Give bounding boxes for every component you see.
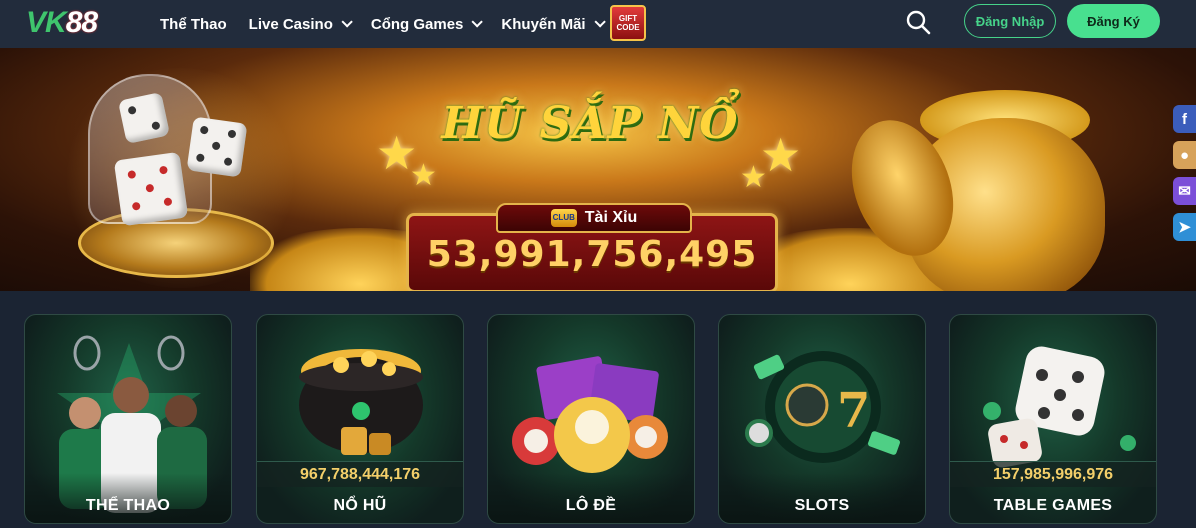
gift-code-button[interactable]: GIFT CODE — [610, 5, 646, 41]
card-label: NỔ HŨ — [333, 497, 387, 514]
nav-item-label: Live Casino — [248, 15, 333, 33]
jackpot-game-tab: CLUB Tài Xỉu — [496, 203, 692, 233]
nav-item-label: Khuyến Mãi — [501, 15, 586, 33]
svg-text:7: 7 — [837, 383, 870, 439]
facebook-icon[interactable]: f — [1173, 105, 1196, 133]
card-label: SLOTS — [794, 497, 850, 514]
jackpot-title: HŨ SẮP NỔ — [441, 98, 739, 149]
card-table-games[interactable]: 157,985,996,976 TABLE GAMES — [949, 314, 1157, 524]
die-illustration — [113, 151, 189, 227]
nav-item-label: Thể Thao — [160, 15, 227, 33]
gift-code-line2: CODE — [616, 23, 640, 32]
jackpot-game-label: Tài Xỉu — [584, 209, 638, 226]
main-nav: Thể Thao Live Casino Cổng Games Khuyến M… — [160, 0, 624, 48]
nav-item-live-casino[interactable]: Live Casino — [248, 15, 353, 33]
register-button[interactable]: Đăng Ký — [1067, 4, 1160, 38]
chevron-down-icon — [594, 16, 606, 28]
die-illustration — [186, 116, 248, 178]
gold-pot-illustration — [299, 349, 423, 455]
card-jackpot-amount: 967,788,444,176 — [257, 461, 463, 487]
card-label: LÔ ĐỀ — [565, 497, 617, 514]
card-lo-de[interactable]: LÔ ĐỀ — [487, 314, 695, 524]
card-no-hu[interactable]: 967,788,444,176 NỔ HŨ — [256, 314, 464, 524]
nav-item-label: Cổng Games — [370, 15, 464, 33]
jackpot-banner[interactable]: ★ ★ ★ ★ HŨ SẮP NỔ CLUB Tài Xỉu 53,991,75… — [0, 48, 1196, 291]
card-label: TABLE GAMES — [993, 497, 1113, 514]
card-jackpot-amount: 157,985,996,976 — [950, 461, 1156, 487]
card-the-thao[interactable]: THỂ THAO — [24, 314, 232, 524]
search-icon[interactable] — [905, 9, 931, 35]
nav-item-cong-games[interactable]: Cổng Games — [370, 15, 484, 33]
jackpot-amount: 53,991,756,495 — [426, 234, 758, 275]
star-icon: ★ — [410, 159, 437, 192]
star-icon: ★ — [740, 161, 767, 194]
club-badge-icon: CLUB — [550, 209, 577, 227]
chevron-down-icon — [471, 16, 484, 28]
logo-number: 88 — [65, 6, 98, 39]
card-slots[interactable]: 7 SLOTS — [718, 314, 926, 524]
dice-illustration — [983, 346, 1136, 468]
nav-item-the-thao[interactable]: Thể Thao — [160, 16, 227, 33]
game-category-cards: THỂ THAO 967,788,444,176 NỔ HŨ LÔ ĐỀ 7 S… — [24, 314, 1160, 524]
chevron-down-icon — [341, 16, 353, 28]
social-sidebar: f ● ✉ ➤ — [1173, 105, 1196, 249]
nav-item-khuyen-mai[interactable]: Khuyến Mãi — [501, 15, 606, 33]
site-logo[interactable]: VK 88 — [26, 6, 98, 40]
card-label: THỂ THAO — [85, 497, 171, 514]
die-illustration — [117, 91, 171, 145]
telegram-icon[interactable]: ➤ — [1173, 213, 1196, 241]
login-button[interactable]: Đăng Nhập — [964, 4, 1056, 38]
gift-code-line1: GIFT — [618, 14, 638, 23]
messenger-icon[interactable]: ✉ — [1173, 177, 1196, 205]
top-header: VK 88 Thể Thao Live Casino Cổng Games Khu… — [0, 0, 1196, 48]
community-icon[interactable]: ● — [1173, 141, 1196, 169]
logo-letters: VK — [26, 6, 67, 39]
